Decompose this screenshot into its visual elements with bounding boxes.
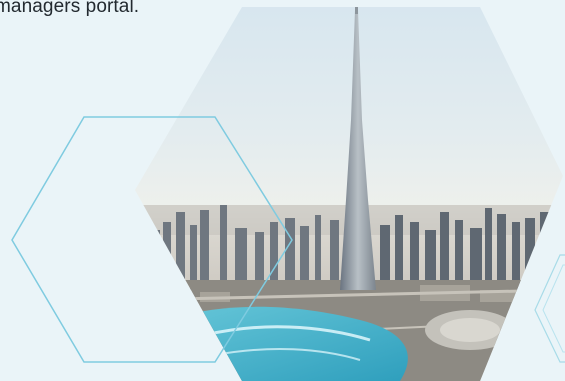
hero-graphic [11, 7, 565, 381]
city-skyline-image [135, 7, 563, 381]
